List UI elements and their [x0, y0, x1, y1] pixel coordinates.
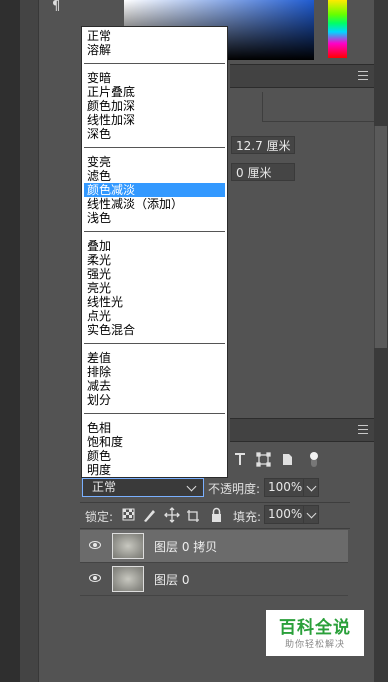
lock-artboard-icon[interactable]	[187, 510, 199, 522]
fill-input[interactable]: 100%	[264, 505, 304, 524]
lock-all-icon[interactable]	[212, 507, 221, 523]
menu-item-soft-light[interactable]: 柔光	[84, 253, 225, 267]
filter-toggle-icon[interactable]	[310, 452, 318, 467]
menu-item-dissolve[interactable]: 溶解	[84, 43, 225, 57]
divider	[80, 502, 350, 503]
layer-row[interactable]: 图层 0	[80, 563, 348, 596]
lock-label: 锁定:	[85, 510, 114, 524]
divider	[80, 528, 350, 529]
menu-item-normal[interactable]: 正常	[84, 29, 225, 43]
type-filter-icon[interactable]	[235, 453, 245, 465]
layers-panel-menu-icon[interactable]	[358, 425, 368, 434]
menu-item-darker-color[interactable]: 深色	[84, 127, 225, 141]
layer-name: 图层 0	[154, 573, 190, 587]
chevron-down-icon	[306, 481, 317, 492]
smart-object-filter-icon[interactable]	[283, 454, 292, 465]
menu-separator	[84, 147, 225, 148]
hue-slider[interactable]	[328, 0, 347, 58]
menu-item-linear-dodge[interactable]: 线性减淡（添加）	[84, 197, 225, 211]
offset-field[interactable]: 0 厘米	[231, 163, 295, 181]
properties-tab[interactable]	[230, 92, 263, 122]
lock-transparent-pixels-icon[interactable]	[122, 508, 135, 521]
watermark-subtitle: 助你轻松解决	[284, 640, 345, 650]
menu-separator	[84, 413, 225, 414]
menu-item-lighter-color[interactable]: 浅色	[84, 211, 225, 225]
eye-icon[interactable]	[89, 574, 101, 582]
menu-separator	[84, 231, 225, 232]
menu-item-linear-burn[interactable]: 线性加深	[84, 113, 225, 127]
menu-item-multiply[interactable]: 正片叠底	[84, 85, 225, 99]
lock-image-pixels-icon[interactable]	[144, 510, 155, 522]
menu-item-color-burn[interactable]: 颜色加深	[84, 99, 225, 113]
blend-mode-select[interactable]: 正常	[82, 478, 204, 497]
menu-item-color-dodge[interactable]: 颜色减淡	[84, 183, 225, 197]
layer-thumbnail	[112, 533, 144, 559]
menu-separator	[84, 343, 225, 344]
properties-scrollbar[interactable]	[374, 126, 387, 348]
blend-mode-value: 正常	[92, 480, 117, 494]
width-field[interactable]: 12.7 厘米	[231, 136, 295, 154]
panel-menu-icon[interactable]	[358, 71, 368, 80]
chevron-down-icon	[186, 481, 197, 492]
layer-thumbnail	[112, 566, 144, 592]
menu-item-luminosity[interactable]: 明度	[84, 463, 225, 477]
lock-options	[122, 507, 221, 523]
layer-name: 图层 0 拷贝	[154, 540, 218, 554]
layers-panel-header	[230, 418, 374, 442]
opacity-input[interactable]: 100%	[264, 478, 304, 497]
fill-dropdown[interactable]	[303, 505, 319, 524]
fill-label: 填充:	[233, 510, 262, 524]
opacity-label: 不透明度:	[208, 482, 261, 496]
menu-item-lighten[interactable]: 变亮	[84, 155, 225, 169]
layer-filter-row	[230, 446, 374, 472]
menu-item-linear-light[interactable]: 线性光	[84, 295, 225, 309]
menu-item-difference[interactable]: 差值	[84, 351, 225, 365]
tool-strip-inner	[20, 0, 39, 682]
properties-panel-header	[230, 64, 374, 88]
paragraph-icon[interactable]: ¶	[52, 0, 66, 14]
menu-item-subtract[interactable]: 减去	[84, 379, 225, 393]
menu-item-screen[interactable]: 滤色	[84, 169, 225, 183]
menu-item-hard-light[interactable]: 强光	[84, 267, 225, 281]
shape-filter-icon[interactable]	[256, 452, 271, 467]
eye-icon[interactable]	[89, 541, 101, 549]
blend-mode-menu: 正常 溶解 变暗 正片叠底 颜色加深 线性加深 深色 变亮 滤色 颜色减淡 线性…	[81, 26, 228, 478]
menu-item-overlay[interactable]: 叠加	[84, 239, 225, 253]
menu-item-pin-light[interactable]: 点光	[84, 309, 225, 323]
menu-item-hue[interactable]: 色相	[84, 421, 225, 435]
menu-separator	[84, 63, 225, 64]
watermark-logo: 百科全说 助你轻松解决	[266, 610, 364, 656]
layer-row[interactable]: 图层 0 拷贝	[80, 530, 348, 563]
lock-position-icon[interactable]	[164, 507, 180, 523]
tab-divider	[262, 121, 374, 122]
menu-item-vivid-light[interactable]: 亮光	[84, 281, 225, 295]
chevron-down-icon	[306, 508, 317, 519]
watermark-title: 百科全说	[279, 618, 351, 638]
menu-item-saturation[interactable]: 饱和度	[84, 435, 225, 449]
menu-item-exclusion[interactable]: 排除	[84, 365, 225, 379]
tool-strip	[0, 0, 20, 682]
menu-item-hard-mix[interactable]: 实色混合	[84, 323, 225, 337]
menu-item-color[interactable]: 颜色	[84, 449, 225, 463]
menu-item-divide[interactable]: 划分	[84, 393, 225, 407]
opacity-dropdown[interactable]	[303, 478, 319, 497]
menu-item-darken[interactable]: 变暗	[84, 71, 225, 85]
